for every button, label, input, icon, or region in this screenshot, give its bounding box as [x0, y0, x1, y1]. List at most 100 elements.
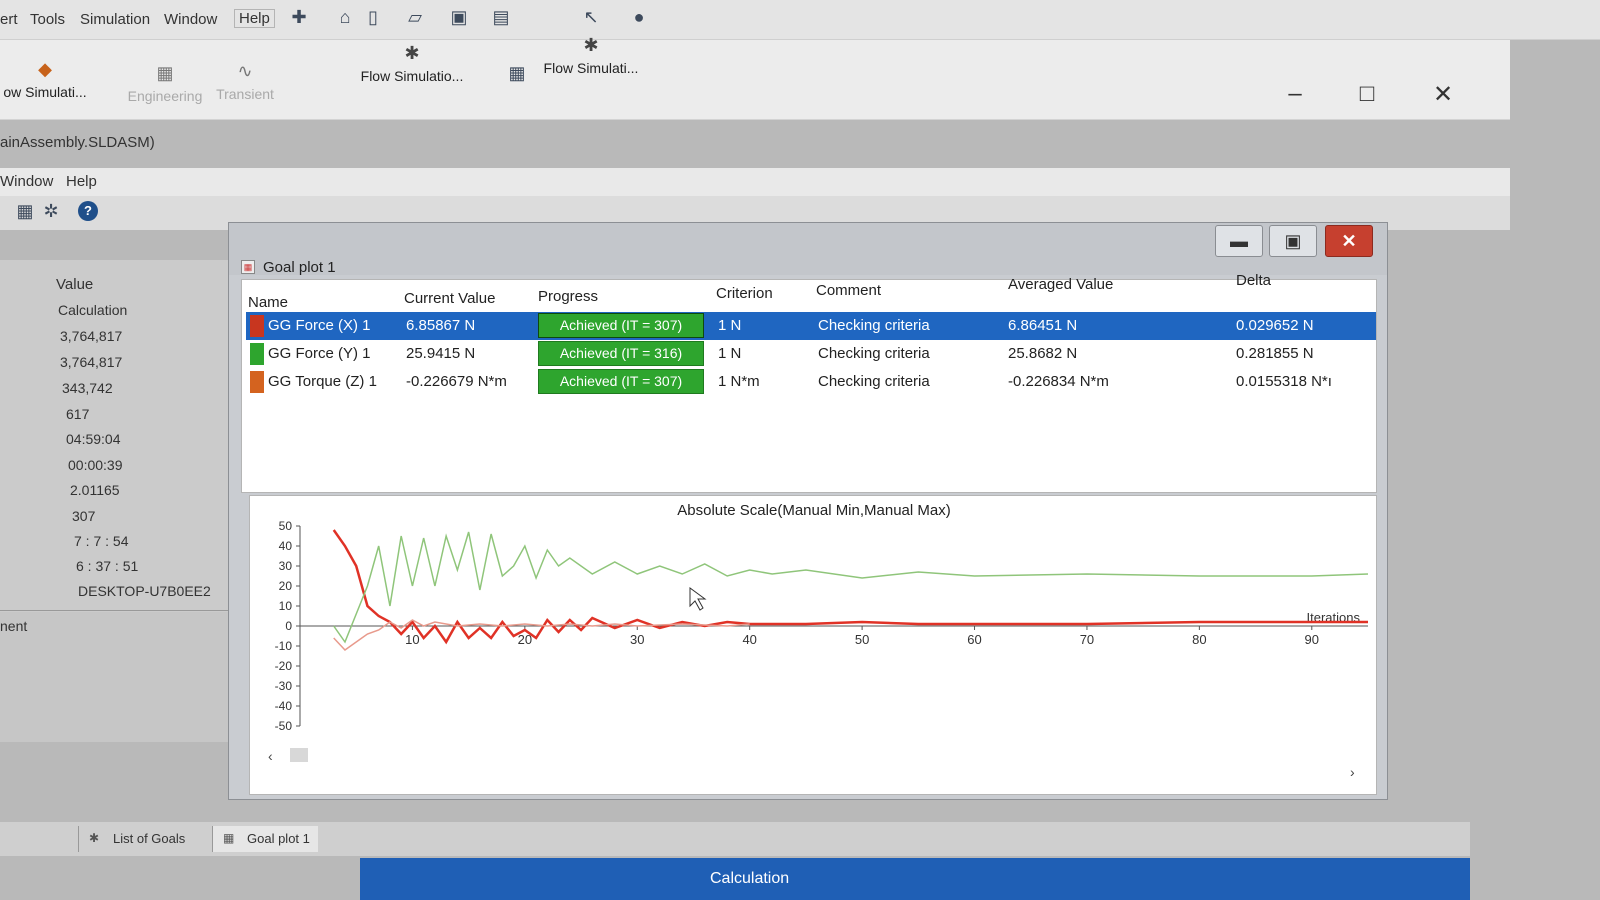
goal-plot-svg: 50403020100-10-20-30-40-5010 20 30 40 50 60 70… [275, 519, 1369, 733]
chart-icon[interactable]: ▦ [14, 200, 36, 222]
info-value: 617 [66, 406, 90, 422]
menu-help[interactable]: Help [66, 173, 97, 190]
window-maximize-button[interactable]: □ [1352, 80, 1382, 108]
document-menubar: Window Help [0, 168, 1510, 196]
menu-simulation[interactable]: Simulation [80, 11, 150, 28]
info-value: 6 : 37 : 51 [76, 558, 139, 574]
chart-title: Absolute Scale(Manual Min,Manual Max) [677, 502, 951, 519]
menu-help[interactable]: Help [234, 9, 275, 28]
settings-icon[interactable]: ✲ [40, 200, 62, 222]
goal-criterion: 1 N [718, 345, 742, 362]
column-header-delta[interactable]: Delta [1236, 272, 1271, 289]
goal-comment: Checking criteria [818, 345, 930, 362]
column-header-name[interactable]: Name [248, 294, 288, 311]
series-line-2 [333, 619, 750, 651]
ribbon-flow-simulation-2-button[interactable]: ✱ Flow Simulatio... [356, 42, 468, 84]
window-minimize-button[interactable]: – [1280, 80, 1310, 108]
x-tick-label: 50 [855, 632, 869, 647]
column-header-criterion[interactable]: Criterion [716, 285, 773, 302]
horizontal-scrollbar-thumb[interactable] [290, 748, 308, 762]
x-tick-label: 80 [1192, 632, 1206, 647]
goal-plot-titlebar[interactable]: ▦ Goal plot 1 ▬ ▣ ✕ [229, 223, 1387, 276]
print-icon[interactable]: ▤ [490, 6, 512, 28]
goal-plot-close-button[interactable]: ✕ [1325, 225, 1373, 257]
ribbon-transient-explorer-button[interactable]: ∿ Transient [212, 60, 278, 102]
new-document-icon[interactable]: ▯ [362, 6, 384, 28]
tab-list-of-goals[interactable]: ✱ List of Goals [78, 826, 193, 852]
series-color-swatch [250, 315, 264, 337]
save-icon[interactable]: ▣ [448, 6, 470, 28]
goal-plot-title: Goal plot 1 [263, 259, 336, 276]
window-close-button[interactable]: ✕ [1428, 80, 1458, 109]
column-header-averaged-value[interactable]: Averaged Value [1008, 276, 1113, 293]
table-icon[interactable]: ▦ [506, 62, 528, 84]
menu-window[interactable]: Window [0, 173, 53, 190]
y-tick-label: -20 [275, 659, 293, 673]
table-row[interactable]: GG Force (X) 1 6.85867 N Achieved (IT = … [246, 312, 1376, 340]
x-tick-label: 30 [630, 632, 644, 647]
engineering-database-icon: ▦ [156, 63, 174, 83]
goal-delta: 0.029652 N [1236, 317, 1314, 334]
x-tick-label: 10 [405, 632, 419, 647]
menu-tools[interactable]: Tools [30, 11, 65, 28]
goal-delta: 0.281855 N [1236, 345, 1314, 362]
y-tick-label: 40 [279, 539, 293, 553]
table-row[interactable]: GG Torque (Z) 1 -0.226679 N*m Achieved (… [246, 368, 1376, 396]
home-icon[interactable]: ⌂ [334, 6, 356, 28]
component-label: nent [0, 618, 28, 634]
column-header-progress[interactable]: Progress [538, 288, 598, 305]
menu-insert[interactable]: ert [0, 11, 18, 28]
goal-comment: Checking criteria [818, 317, 930, 334]
column-header-current-value[interactable]: Current Value [404, 290, 495, 307]
info-value: 2.01165 [70, 482, 120, 498]
goal-current-value: -0.226679 N*m [406, 373, 507, 390]
y-tick-label: -50 [275, 719, 293, 733]
goal-delta: 0.0155318 N*ı [1236, 373, 1332, 390]
y-tick-label: 20 [279, 579, 293, 593]
flow-simulation-icon: ◆ [38, 59, 52, 79]
ribbon-button-label: ow Simulati... [3, 84, 87, 100]
goal-current-value: 6.85867 N [406, 317, 476, 334]
info-panel-lower: nent [0, 612, 250, 742]
ribbon-engineering-database-button[interactable]: ▦ Engineering [124, 62, 206, 104]
ribbon-button-label: Transient [216, 86, 274, 102]
scroll-left-arrow-icon[interactable]: ‹ [268, 748, 273, 764]
open-folder-icon[interactable]: ▱ [404, 6, 426, 28]
column-header-comment[interactable]: Comment [816, 282, 881, 299]
x-tick-label: 70 [1080, 632, 1094, 647]
goal-plot-maximize-button[interactable]: ▣ [1269, 225, 1317, 257]
help-icon[interactable]: ? [78, 201, 98, 221]
info-value: 307 [72, 508, 96, 524]
table-row[interactable]: GG Force (Y) 1 25.9415 N Achieved (IT = … [246, 340, 1376, 368]
x-tick-label: 90 [1305, 632, 1319, 647]
goal-plot-icon: ▦ [241, 260, 255, 274]
transient-explorer-icon: ∿ [237, 61, 253, 81]
scroll-right-arrow-icon[interactable]: › [1350, 764, 1355, 780]
ribbon-flow-simulation-button[interactable]: ◆ ow Simulati... [0, 58, 90, 100]
options-icon[interactable]: ● [628, 6, 650, 28]
ribbon-flow-simulation-3-button[interactable]: ✱ Flow Simulati... [536, 34, 646, 76]
goal-plot-icon: ▦ [223, 831, 235, 845]
info-value: DESKTOP-U7B0EE2 [78, 583, 211, 599]
pin-icon[interactable]: ✚ [288, 6, 310, 28]
status-bar: Calculation [360, 858, 1470, 900]
goal-plot-minimize-button[interactable]: ▬ [1215, 225, 1263, 257]
goal-comment: Checking criteria [818, 373, 930, 390]
goal-name: GG Torque (Z) 1 [268, 373, 377, 390]
document-title: ainAssembly.SLDASM) [0, 134, 155, 151]
menu-window[interactable]: Window [164, 11, 217, 28]
ribbon-button-label: Flow Simulati... [543, 60, 639, 76]
x-tick-label: 60 [967, 632, 981, 647]
tab-goal-plot[interactable]: ▦ Goal plot 1 [212, 826, 318, 852]
goal-name: GG Force (X) 1 [268, 317, 371, 334]
goal-progress-bar: Achieved (IT = 307) [538, 313, 704, 338]
goal-criterion: 1 N [718, 317, 742, 334]
y-tick-label: -40 [275, 699, 293, 713]
select-icon[interactable]: ↖ [580, 6, 602, 28]
series-color-swatch [250, 371, 264, 393]
goal-criterion: 1 N*m [718, 373, 760, 390]
info-value: 04:59:04 [66, 431, 121, 447]
info-value: 3,764,817 [60, 328, 123, 344]
series-color-swatch [250, 343, 264, 365]
status-text: Calculation [710, 870, 790, 887]
